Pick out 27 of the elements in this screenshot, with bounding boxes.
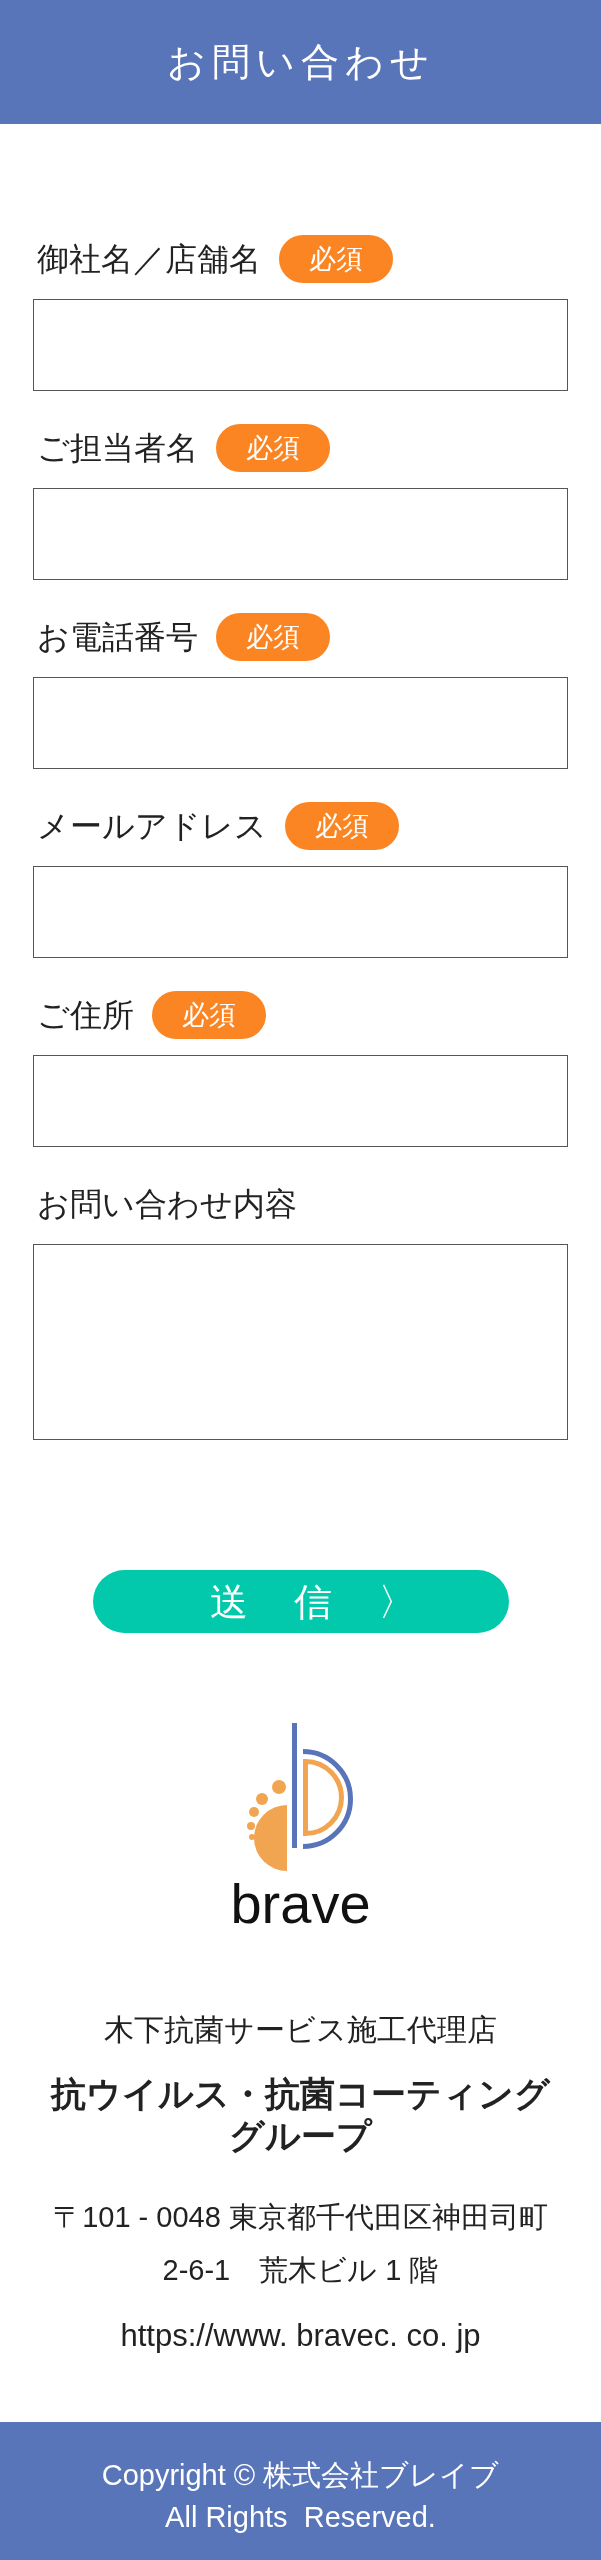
required-badge: 必須: [152, 991, 266, 1039]
field-label: お電話番号: [37, 621, 198, 653]
brand-name: brave: [230, 1876, 371, 1932]
field-label: ご担当者名: [37, 432, 198, 464]
website-link[interactable]: https://www. bravec. co. jp: [120, 2316, 481, 2356]
copyright-text: Copyright © 株式会社ブレイブ: [101, 2458, 500, 2493]
message-field[interactable]: [33, 1244, 568, 1440]
field-label: メールアドレス: [37, 810, 267, 842]
text-input[interactable]: [33, 488, 568, 580]
address-line: 〒101 - 0048 東京都千代田区神田司町: [53, 2200, 548, 2235]
required-badge: 必須: [216, 424, 330, 472]
required-badge: 必須: [285, 802, 399, 850]
logo-icon: [245, 1721, 356, 1873]
field-label: お問い合わせ内容: [37, 1188, 297, 1220]
copyright-text: All Rights Reserved.: [165, 2500, 436, 2535]
company-tagline: 木下抗菌サービス施工代理店: [104, 2012, 497, 2048]
required-badge: 必須: [216, 613, 330, 661]
field-label: 御社名／店舗名: [37, 243, 261, 275]
text-input[interactable]: [33, 677, 568, 769]
address-line: 2-6-1 荒木ビル 1 階: [162, 2253, 439, 2288]
text-input[interactable]: [33, 1055, 568, 1147]
page-title: お問い合わせ: [166, 43, 435, 81]
group-name: 抗ウイルス・抗菌コーティンググループ: [49, 2073, 551, 2157]
field-label: ご住所: [37, 999, 134, 1031]
required-badge: 必須: [279, 235, 393, 283]
text-input[interactable]: [33, 299, 568, 391]
text-input[interactable]: [33, 866, 568, 958]
